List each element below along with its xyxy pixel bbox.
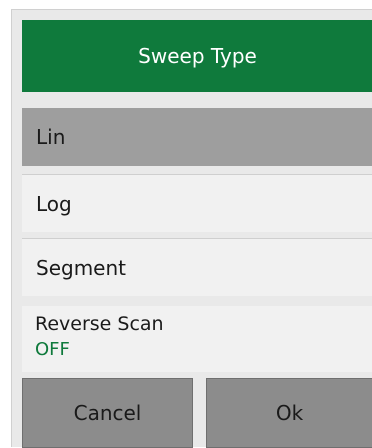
- option-lin[interactable]: Lin: [22, 108, 372, 166]
- dialog-title: Sweep Type: [22, 20, 372, 92]
- cancel-button[interactable]: Cancel: [22, 378, 193, 448]
- reverse-scan-value: OFF: [35, 339, 70, 360]
- reverse-scan-label: Reverse Scan: [35, 313, 164, 335]
- option-segment[interactable]: Segment: [22, 238, 372, 296]
- option-label: Lin: [36, 125, 66, 149]
- ok-button[interactable]: Ok: [206, 378, 372, 448]
- sweep-type-dialog: Sweep Type Lin Log Segment Reverse Scan …: [11, 9, 372, 448]
- option-log[interactable]: Log: [22, 174, 372, 232]
- reverse-scan-toggle[interactable]: Reverse Scan OFF: [22, 306, 372, 372]
- option-label: Segment: [36, 255, 126, 280]
- option-label: Log: [36, 191, 72, 216]
